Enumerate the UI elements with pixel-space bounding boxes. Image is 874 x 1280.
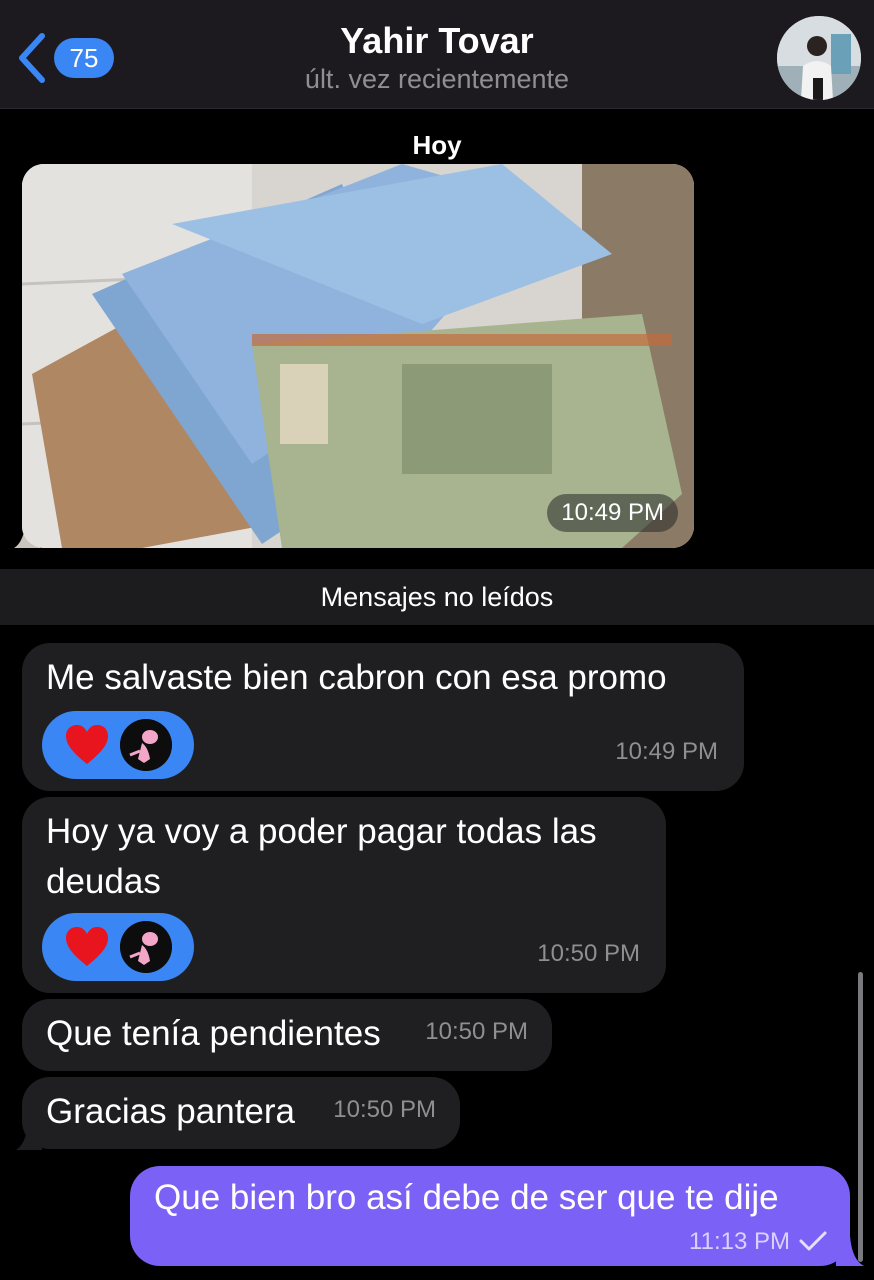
chat-header: 75 Yahir Tovar últ. vez recientemente [0,0,874,109]
heart-icon [66,725,108,764]
unread-messages-label: Mensajes no leídos [320,581,554,612]
incoming-message[interactable]: Gracias pantera 10:50 PM [22,1077,460,1149]
pink-panther-icon [120,921,172,973]
reactor-avatar [120,719,172,771]
contact-avatar[interactable] [777,16,861,100]
incoming-message[interactable]: Me salvaste bien cabron con esa promo 10… [22,643,744,791]
message-text: Que bien bro así debe de ser que te dije [154,1178,779,1217]
message-timestamp: 10:50 PM [333,1096,436,1123]
date-separator: Hoy [412,130,462,160]
message-timestamp: 10:50 PM [425,1018,528,1045]
contact-name[interactable]: Yahir Tovar [0,20,874,62]
message-timestamp: 10:50 PM [537,940,640,967]
reactor-avatar [120,921,172,973]
heart-icon [66,927,108,966]
outgoing-message[interactable]: Que bien bro así debe de ser que te dije… [130,1166,850,1266]
reaction-pill[interactable] [42,913,194,981]
unread-messages-divider: Mensajes no leídos [0,569,874,625]
incoming-message[interactable]: Que tenía pendientes 10:50 PM [22,999,552,1071]
photo-timestamp: 10:49 PM [547,494,678,532]
message-text-line-1: Hoy ya voy a poder pagar todas las [46,812,597,851]
reaction-pill[interactable] [42,711,194,779]
message-text: Que tenía pendientes [46,1014,381,1053]
person-photo-icon [777,16,861,100]
message-text: Gracias pantera [46,1092,296,1131]
incoming-message[interactable]: Hoy ya voy a poder pagar todas las deuda… [22,797,666,993]
message-text: Me salvaste bien cabron con esa promo [46,658,667,697]
scrollbar[interactable] [858,972,863,1262]
banknotes-photo-icon [22,164,694,548]
message-timestamp: 10:49 PM [615,738,718,765]
photo-message[interactable]: 10:49 PM [22,164,694,548]
pink-panther-icon [120,719,172,771]
sent-check-icon [799,1231,827,1251]
message-text-line-2: deudas [46,862,161,901]
last-seen-status: últ. vez recientemente [304,64,570,94]
message-timestamp: 11:13 PM [689,1228,790,1255]
